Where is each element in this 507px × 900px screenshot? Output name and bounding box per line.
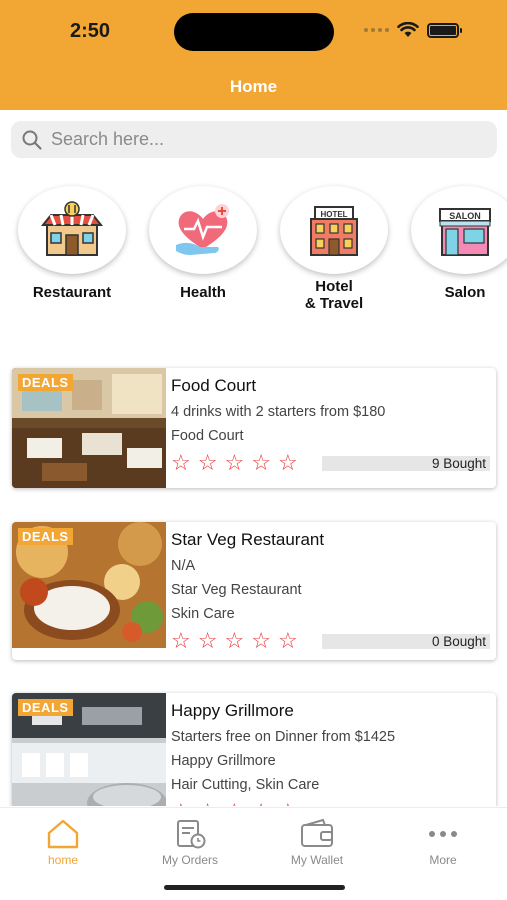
more-icon: [429, 831, 457, 837]
category-circle: [149, 186, 257, 274]
rating-stars: ☆ ☆ ☆ ☆ ☆: [171, 801, 298, 807]
category-circle: HOTEL: [280, 186, 388, 274]
star-icon: ☆: [171, 801, 191, 807]
deals-list[interactable]: DEALS Food Court 4 drinks with 2 starter…: [0, 360, 507, 806]
star-icon: ☆: [277, 450, 298, 475]
hotel-icon: HOTEL: [310, 206, 358, 256]
svg-text:HOTEL: HOTEL: [320, 210, 347, 219]
star-icon: ☆: [197, 628, 218, 653]
tab-my-orders[interactable]: My Orders: [140, 818, 240, 867]
deal-card[interactable]: DEALS Happy Grillmore Starters free on D…: [12, 693, 496, 806]
home-icon: [47, 819, 79, 849]
search-input[interactable]: [51, 129, 471, 150]
bought-count: 0 Bought: [321, 633, 490, 649]
star-icon: ☆: [171, 450, 191, 475]
category-circle: SALON: [411, 186, 507, 274]
deal-merchant: Food Court: [171, 428, 244, 444]
star-icon: ☆: [251, 628, 271, 653]
deal-card[interactable]: DEALS Food Court 4 drinks with 2 starter…: [12, 368, 496, 488]
restaurant-icon: [40, 201, 104, 256]
search-bar[interactable]: [11, 121, 497, 158]
wallet-icon: [301, 818, 333, 847]
page-title: Home: [229, 77, 278, 96]
health-icon: [176, 204, 229, 255]
rating-stars: ☆☆☆☆☆: [171, 630, 298, 652]
status-icons: [364, 22, 462, 38]
category-restaurant[interactable]: Restaurant: [17, 186, 127, 301]
tab-label: My Orders: [161, 853, 218, 867]
star-icon: ☆: [251, 450, 271, 475]
tab-label: home: [47, 853, 79, 867]
star-icon: ☆: [171, 628, 191, 653]
star-icon: ☆: [224, 628, 245, 653]
category-health[interactable]: Health: [148, 186, 258, 301]
star-icon: ☆: [277, 628, 298, 653]
app-header: 2:50 Home: [0, 0, 507, 110]
star-icon: ☆: [224, 450, 245, 475]
deal-merchant: Star Veg Restaurant: [171, 582, 302, 598]
star-icon: ☆: [197, 450, 218, 475]
tab-my-wallet[interactable]: My Wallet: [267, 818, 367, 867]
deal-title: Happy Grillmore: [171, 701, 294, 720]
deal-services: Skin Care: [171, 606, 235, 622]
dynamic-island: [174, 13, 334, 51]
category-label: Hotel & Travel: [304, 278, 364, 312]
deal-merchant: Happy Grillmore: [171, 753, 276, 769]
deals-badge: DEALS: [18, 699, 73, 716]
star-icon: ☆: [251, 801, 271, 807]
home-indicator: [164, 885, 345, 890]
bought-count: 9 Bought: [321, 455, 490, 471]
star-icon: ☆: [278, 801, 298, 807]
star-icon: ☆: [224, 801, 244, 807]
tab-home[interactable]: home: [13, 818, 113, 867]
deal-title: Food Court: [171, 376, 257, 395]
status-time: 2:50: [70, 20, 111, 42]
wifi-icon: [397, 22, 419, 37]
star-icon: ☆: [198, 801, 218, 807]
battery-icon: [427, 22, 462, 38]
tab-label: My Wallet: [290, 853, 344, 867]
deal-title: Star Veg Restaurant: [171, 530, 325, 549]
salon-icon: SALON: [439, 208, 491, 256]
category-label: Restaurant: [32, 284, 112, 301]
deal-description: 4 drinks with 2 starters from $180: [171, 404, 386, 420]
deal-description: Starters free on Dinner from $1425: [171, 729, 396, 745]
tab-label: More: [429, 853, 457, 867]
deals-badge: DEALS: [18, 528, 73, 545]
signal-icon: [364, 28, 389, 32]
orders-icon: [177, 820, 206, 849]
category-hotel-travel[interactable]: HOTEL Hotel & Travel: [279, 186, 389, 312]
deal-description: N/A: [171, 558, 196, 574]
tab-more[interactable]: More: [393, 818, 493, 867]
rating-stars: ☆☆☆☆☆: [171, 452, 298, 474]
category-circle: [18, 186, 126, 274]
category-label: Salon: [444, 284, 486, 301]
deal-card[interactable]: DEALS Star Veg Restaurant N/A Star Veg R…: [12, 522, 496, 660]
deals-badge: DEALS: [18, 374, 73, 391]
category-label: Health: [180, 284, 226, 301]
svg-text:SALON: SALON: [449, 211, 481, 221]
deal-services: Hair Cutting, Skin Care: [171, 777, 320, 793]
deal-image: DEALS: [12, 522, 166, 648]
category-salon[interactable]: SALON Salon: [410, 186, 507, 301]
deal-image: DEALS: [12, 693, 166, 806]
search-icon: [22, 130, 42, 150]
deal-image: DEALS: [12, 368, 166, 488]
